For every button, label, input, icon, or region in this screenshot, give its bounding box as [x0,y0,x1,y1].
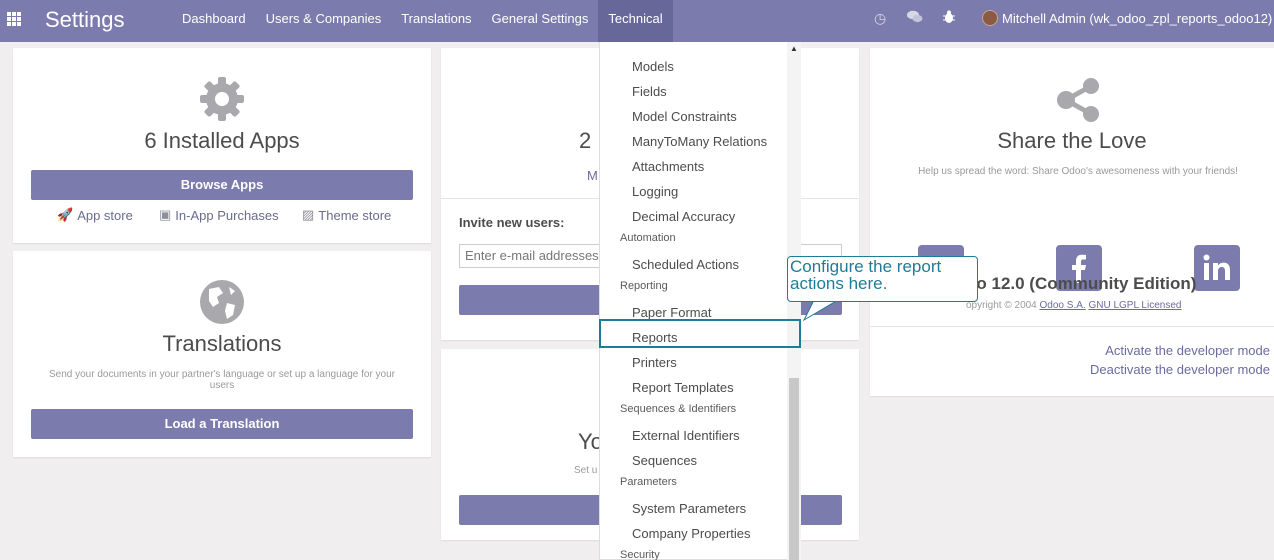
activate-developer-mode-link[interactable]: Activate the developer mode [1105,343,1270,358]
active-users-count: 2 [579,128,592,153]
load-translation-button[interactable]: Load a Translation [31,409,413,439]
user-name: Mitchell Admin (wk_odoo_zpl_reports_odoo… [1002,10,1273,26]
scroll-thumb[interactable] [789,378,799,560]
odoo-edition: oo 12.0 (Community Edition) [966,274,1197,293]
dropdown-section-header: Automation [620,232,676,244]
debug-bug-icon[interactable] [943,10,955,27]
dropdown-menu-item[interactable]: Fields [632,84,667,99]
technical-dropdown-menu: ▲ Models Fields Model Constraints ManyToMan… [599,42,801,560]
dropdown-section-header: Security [620,549,660,560]
apps-menu-icon[interactable] [7,12,21,26]
share-title: Share the Love [997,128,1147,153]
money-icon: ▣ [159,207,172,222]
bottom-middle-subtitle: Set u [574,465,598,476]
dropdown-menu-item[interactable]: Report Templates [632,380,734,395]
dropdown-section-header: Parameters [620,476,677,488]
activity-clock-icon[interactable]: ◷ [874,10,886,27]
rocket-icon: 🚀 [57,207,74,222]
dropdown-menu-item[interactable]: Logging [632,184,678,199]
dropdown-section-header: Reporting [620,280,668,292]
share-card: Share the Love Help us spread the word: … [870,48,1274,396]
dropdown-section-header: Sequences & Identifiers [620,403,737,415]
menu-general-settings[interactable]: General Settings [482,0,599,42]
dropdown-menu-item[interactable]: System Parameters [632,501,746,516]
menu-users-companies[interactable]: Users & Companies [256,0,392,42]
manage-users-link[interactable]: M [587,168,598,183]
theme-store-label: Theme store [318,207,392,223]
theme-store-link[interactable]: ▨ Theme store [302,207,391,223]
avatar [982,10,998,26]
dropdown-menu-item[interactable]: Models [632,59,674,74]
picture-icon: ▨ [302,207,315,222]
scroll-up-arrow-icon[interactable]: ▲ [790,44,798,53]
copyright-line: opyright © 2004 Odoo S.A. GNU LGPL Licen… [966,300,1181,311]
user-menu[interactable]: Mitchell Admin (wk_odoo_zpl_reports_odoo… [982,10,1272,26]
dropdown-menu-item[interactable]: External Identifiers [632,428,740,443]
share-icon [1055,77,1101,126]
share-subtitle: Help us spread the word: Share Odoo's aw… [918,166,1238,177]
translations-card: Translations Send your documents in your… [13,251,431,457]
invite-users-label: Invite new users: [459,215,565,230]
installed-apps-card: 6 Installed Apps Browse Apps 🚀 App store … [13,48,431,243]
divider [870,326,1274,327]
menu-technical[interactable]: Technical [598,0,673,42]
in-app-purchases-link[interactable]: ▣ In-App Purchases [159,207,279,223]
globe-icon [199,279,245,328]
app-store-link[interactable]: 🚀 App store [57,207,133,223]
messages-icon[interactable] [907,10,923,27]
dropdown-menu-item[interactable]: Sequences [632,453,697,468]
dropdown-menu-item[interactable]: Paper Format [632,305,711,320]
translations-title: Translations [162,331,282,356]
license-link[interactable]: GNU LGPL Licensed [1088,300,1181,311]
top-navbar: Settings Dashboard Users & Companies Tra… [0,0,1274,42]
dropdown-menu-item[interactable]: Scheduled Actions [632,257,739,272]
linkedin-icon[interactable] [1194,245,1240,291]
tooltip-callout: Configure the report actions here. [787,256,978,302]
menu-dashboard[interactable]: Dashboard [172,0,256,42]
gear-icon [198,75,246,126]
deactivate-developer-mode-link[interactable]: Deactivate the developer mode [1090,362,1270,377]
dropdown-menu-item[interactable]: Model Constraints [632,109,737,124]
reports-highlight-box [599,319,801,348]
installed-apps-title: 6 Installed Apps [144,128,300,153]
odoo-sa-link[interactable]: Odoo S.A. [1040,300,1086,311]
translations-subtitle: Send your documents in your partner's la… [48,369,395,391]
dropdown-menu-item[interactable]: Decimal Accuracy [632,209,735,224]
menu-translations[interactable]: Translations [391,0,481,42]
dropdown-menu-item[interactable]: Printers [632,355,677,370]
main-menu: Dashboard Users & Companies Translations… [172,0,673,42]
browse-apps-button[interactable]: Browse Apps [31,170,413,200]
in-app-purchases-label: In-App Purchases [175,207,279,223]
app-title: Settings [45,7,125,32]
app-store-label: App store [77,207,133,223]
dropdown-menu-item[interactable]: Company Properties [632,526,751,541]
dropdown-menu-item[interactable]: Attachments [632,159,704,174]
callout-pointer [802,300,839,322]
dropdown-menu-item[interactable]: ManyToMany Relations [632,134,767,149]
copyright-text: opyright © 2004 [966,300,1037,311]
